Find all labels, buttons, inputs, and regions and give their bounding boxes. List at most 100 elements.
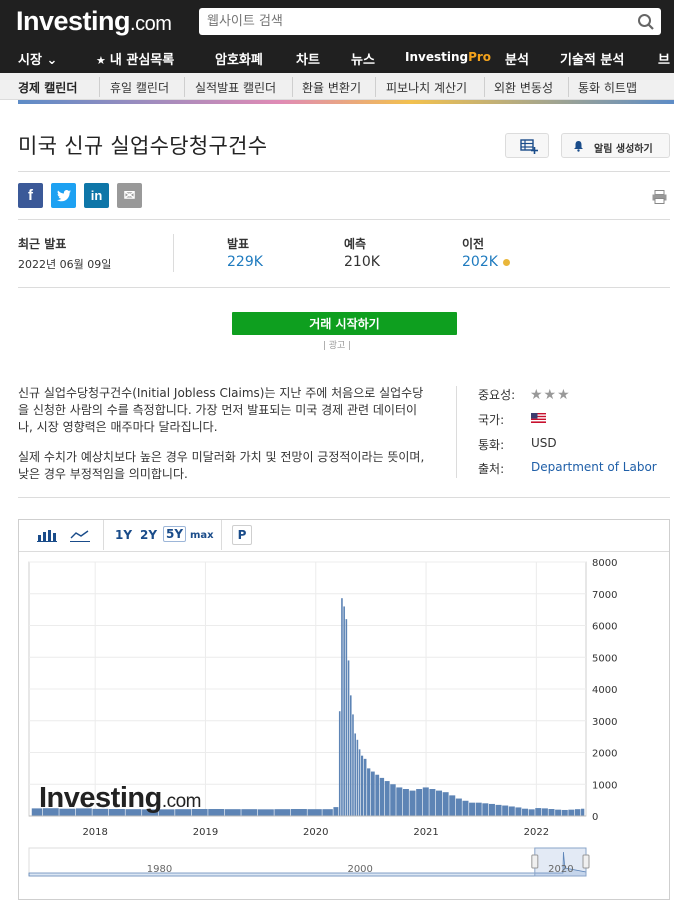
nav-item-more[interactable]: 브 [658,49,670,68]
y-tick-label: 8000 [592,558,617,569]
data-bar [384,781,390,816]
range-5y[interactable]: 5Y [163,526,187,542]
latest-release-date: 2022년 06월 09일 [18,258,112,271]
data-bar [495,804,502,816]
nav-item-analysis[interactable]: 분석 [505,49,529,68]
data-bar [352,714,354,816]
y-tick-label: 1000 [592,780,617,791]
nav-item-markets[interactable]: 시장 ⌄ [18,49,57,68]
subnav-currency-converter[interactable]: 환율 변환기 [302,79,361,96]
email-share-button[interactable]: ✉ [117,183,142,208]
us-flag-icon [531,413,546,423]
investing-logo[interactable]: Investing.com [16,6,172,37]
page-title: 미국 신규 실업수당청구건수 [18,134,268,158]
line-chart-icon[interactable] [69,527,91,543]
data-bar [449,795,456,816]
divider [292,77,293,97]
source-label: 출처: [478,462,505,476]
data-bar [541,808,548,816]
navigator-handle [531,854,539,869]
data-bar [488,803,495,816]
nav-item-news[interactable]: 뉴스 [351,49,375,68]
data-bar [402,789,409,816]
divider [173,234,174,272]
actual-value: 229K [227,254,263,270]
bell-icon [574,141,583,152]
data-bar [241,809,258,816]
description-paragraph-1: 신규 실업수당청구건수(Initial Jobless Claims)는 지난 … [18,386,424,434]
logo-text: Investing [16,6,131,36]
facebook-share-button[interactable]: f [18,183,43,208]
data-bar [341,598,343,816]
data-bar [343,606,345,816]
description-paragraph-2: 실제 수치가 예상치보다 높은 경우 미달러화 가치 및 전망이 긍정적이라는 … [18,450,425,481]
x-tick-label: 2021 [413,827,438,838]
x-tick-label: 2018 [82,827,107,838]
country-label: 국가: [478,413,505,427]
data-bar [375,774,380,816]
create-alert-button[interactable]: 알림 생성하기 [561,133,670,158]
data-bar [561,809,568,816]
range-1y[interactable]: 1Y [115,528,132,542]
chart-container: 1Y 2Y 5Y max P 0 1000 2000 3000 4000 5000 6000… [18,519,670,900]
main-nav: 시장 ⌄ ★ 내 관심목록 암호화폐 차트 뉴스 InvestingPro 분석 … [0,43,674,73]
data-bar [555,809,562,816]
previous-value-wrap: 202K [462,254,510,270]
range-2y[interactable]: 2Y [140,528,157,542]
data-bar [347,660,350,816]
add-to-watchlist-button[interactable] [505,133,549,158]
subnav-forex-volatility[interactable]: 외환 변동성 [494,79,553,96]
y-tick-label: 4000 [592,685,617,696]
print-icon[interactable] [652,190,667,204]
nav-item-investingpro[interactable]: InvestingPro [405,50,491,64]
y-tick-label: 0 [592,812,598,823]
divider [375,77,376,97]
data-bar [333,807,339,816]
previous-label: 이전 [462,237,485,251]
twitter-share-button[interactable] [51,183,76,208]
data-bar [354,733,356,816]
investing-watermark: Investing.com [39,782,202,815]
search-icon[interactable] [637,13,655,31]
subnav-earnings-calendar[interactable]: 실적발표 캘린더 [195,79,276,96]
data-bar [435,790,443,816]
divider [99,77,100,97]
data-bar [429,789,436,816]
divider [18,171,670,172]
range-max[interactable]: max [190,530,214,541]
data-bar [462,800,469,816]
data-bar [515,807,522,816]
data-bar [469,802,476,816]
x-tick-label: 2022 [524,827,549,838]
subnav-holiday-calendar[interactable]: 휴일 캘린더 [110,79,169,96]
start-trading-button[interactable]: 거래 시작하기 [232,312,457,335]
source-link[interactable]: Department of Labor [531,460,657,474]
linkedin-share-button[interactable]: in [84,183,109,208]
subnav-economic-calendar[interactable]: 경제 캘린더 [18,79,77,96]
forecast-value: 210K [344,254,380,270]
subnav-fibonacci-calculator[interactable]: 피보나치 계산기 [386,79,467,96]
data-bar [574,809,581,816]
search-input[interactable] [199,8,629,35]
chart-p-button[interactable]: P [232,525,252,545]
bar-chart-icon[interactable] [36,527,58,543]
data-bar [370,771,375,816]
banner-strip [18,100,674,104]
nav-item-crypto[interactable]: 암호화폐 [215,49,263,68]
add-to-portfolio-icon [520,139,538,154]
divider [484,77,485,97]
y-tick-label: 7000 [592,590,617,601]
data-bar [455,798,462,816]
nav-item-watchlist[interactable]: ★ 내 관심목록 [96,49,174,68]
subnav-currency-heatmap[interactable]: 통화 히트맵 [578,79,637,96]
data-bar [422,787,429,816]
divider [184,77,185,97]
data-bar [367,768,371,816]
pro-label: Pro [468,50,492,64]
divider [568,77,569,97]
data-bar [360,755,364,816]
sub-nav: 경제 캘린더 휴일 캘린더 실적발표 캘린더 환율 변환기 피보나치 계산기 외… [0,73,674,100]
nav-item-charts[interactable]: 차트 [296,49,320,68]
nav-item-technical[interactable]: 기술적 분석 [560,49,624,68]
data-bar [396,787,403,816]
